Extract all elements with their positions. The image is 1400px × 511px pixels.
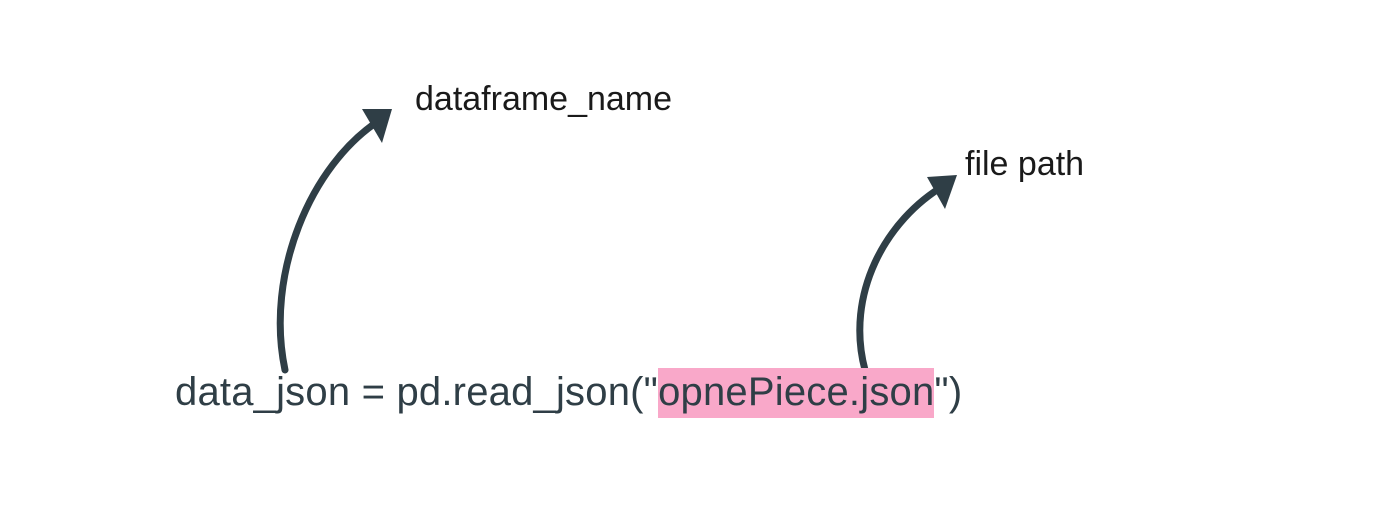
arrow-icon: [845, 165, 995, 385]
code-after-highlight: "): [934, 370, 962, 414]
diagram-canvas: dataframe_name file path data_json = pd.…: [0, 0, 1400, 511]
code-before-highlight: data_json = pd.read_json(": [175, 370, 658, 414]
arrow-icon: [270, 95, 430, 385]
code-highlighted-filename: opnePiece.json: [658, 368, 934, 418]
annotation-dataframe-name: dataframe_name: [415, 80, 672, 119]
code-line: data_json = pd.read_json("opnePiece.json…: [175, 370, 962, 415]
